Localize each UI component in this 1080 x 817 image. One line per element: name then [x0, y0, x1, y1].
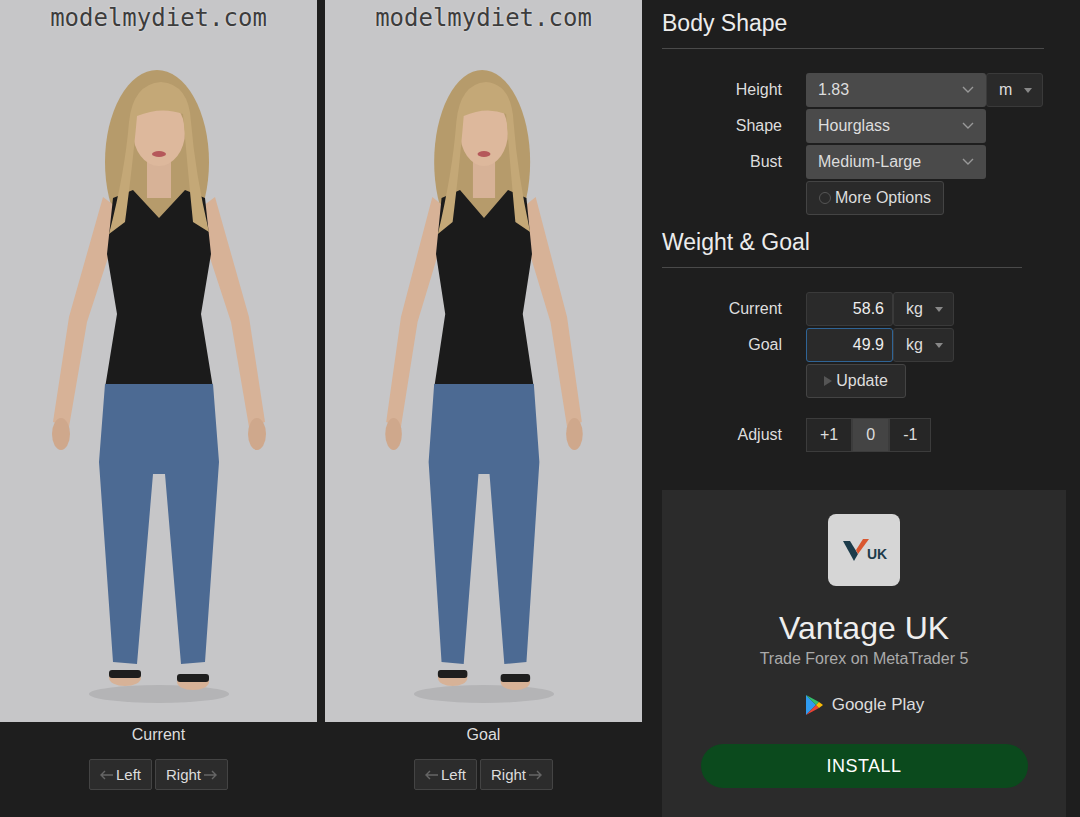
dropdown-triangle-icon [935, 307, 943, 312]
adjust-button[interactable]: 0 [852, 418, 889, 452]
form-row: Bust Medium-Large [662, 145, 1066, 179]
field-label: Shape [662, 117, 782, 135]
vantage-v-icon [841, 535, 871, 565]
store-badge: Google Play [804, 694, 925, 716]
install-button[interactable]: INSTALL [701, 744, 1028, 788]
weight-goal-form: Current58.6kgGoal49.9kgUpdateAdjust+10-1 [662, 292, 1066, 452]
body-shape-form: Height 1.83m Shape Hourglass Bust Medium-Larg… [662, 73, 1066, 215]
watermark: modelmydiet.com [50, 4, 267, 32]
app: modelmydiet.comCurrentLeftRightmodelmydi… [0, 0, 1080, 817]
ad-title: Vantage UK [779, 608, 949, 648]
dropdown-triangle-icon [1024, 88, 1032, 93]
model-stage[interactable]: modelmydiet.com [0, 0, 317, 722]
model-viewer: modelmydiet.com Goal LeftRight [325, 0, 642, 817]
watermark: modelmydiet.com [375, 4, 592, 32]
adjust-button[interactable]: -1 [889, 418, 931, 452]
options-icon [819, 192, 831, 204]
section-heading: Weight & Goal [662, 227, 1022, 268]
field-label: Adjust [662, 426, 782, 444]
chevron-down-icon [962, 86, 974, 94]
viewers: modelmydiet.comCurrentLeftRightmodelmydi… [0, 0, 642, 817]
adjust-group: +10-1 [806, 418, 931, 452]
body-model-icon [328, 22, 640, 722]
play-icon [824, 376, 832, 386]
arrow-right-icon [203, 770, 217, 780]
chevron-down-icon [962, 122, 974, 130]
field-label: Bust [662, 153, 782, 171]
select-field[interactable]: Hourglass [806, 109, 986, 143]
unit-select[interactable]: kg [893, 292, 954, 326]
advertisement: UK Vantage UK Trade Forex on MetaTrader 5 G… [662, 490, 1066, 817]
viewer-caption: Current [132, 722, 185, 748]
field-label: Current [662, 300, 782, 318]
select-field[interactable]: Medium-Large [806, 145, 986, 179]
adjust-row: Adjust +10-1 [662, 418, 1066, 452]
adjust-button[interactable]: +1 [806, 418, 852, 452]
model-viewer: modelmydiet.com Current LeftRight [0, 0, 317, 817]
rotate-controls: LeftRight [414, 759, 553, 790]
arrow-left-icon [100, 770, 114, 780]
arrow-right-icon [528, 770, 542, 780]
weight-input[interactable]: 49.9 [806, 328, 893, 362]
app-logo: UK [828, 514, 900, 586]
select-field[interactable]: 1.83 [806, 73, 986, 107]
rotate-button[interactable]: Left [414, 759, 477, 790]
unit-select[interactable]: m [986, 73, 1043, 107]
model-stage[interactable]: modelmydiet.com [325, 0, 642, 722]
section-heading: Body Shape [662, 8, 1044, 49]
rotate-button[interactable]: Right [155, 759, 228, 790]
settings-panel: Body Shape Height 1.83m Shape Hourglass Bust M… [662, 0, 1066, 817]
rotate-controls: LeftRight [89, 759, 228, 790]
form-row: Goal 49.9kg [662, 328, 1066, 362]
chevron-down-icon [962, 158, 974, 166]
field-label: Height [662, 81, 782, 99]
form-row: Current 58.6kg [662, 292, 1066, 326]
more-options-button[interactable]: More Options [806, 181, 944, 215]
form-row: Shape Hourglass [662, 109, 1066, 143]
rotate-button[interactable]: Left [89, 759, 152, 790]
form-row: Height 1.83m [662, 73, 1066, 107]
unit-select[interactable]: kg [893, 328, 954, 362]
field-label: Goal [662, 336, 782, 354]
update-button[interactable]: Update [806, 364, 906, 398]
google-play-icon [804, 694, 824, 716]
weight-input[interactable]: 58.6 [806, 292, 893, 326]
body-model-icon [3, 22, 315, 722]
rotate-button[interactable]: Right [480, 759, 553, 790]
dropdown-triangle-icon [935, 343, 943, 348]
viewer-caption: Goal [467, 722, 501, 748]
ad-subtitle: Trade Forex on MetaTrader 5 [760, 650, 969, 668]
arrow-left-icon [425, 770, 439, 780]
